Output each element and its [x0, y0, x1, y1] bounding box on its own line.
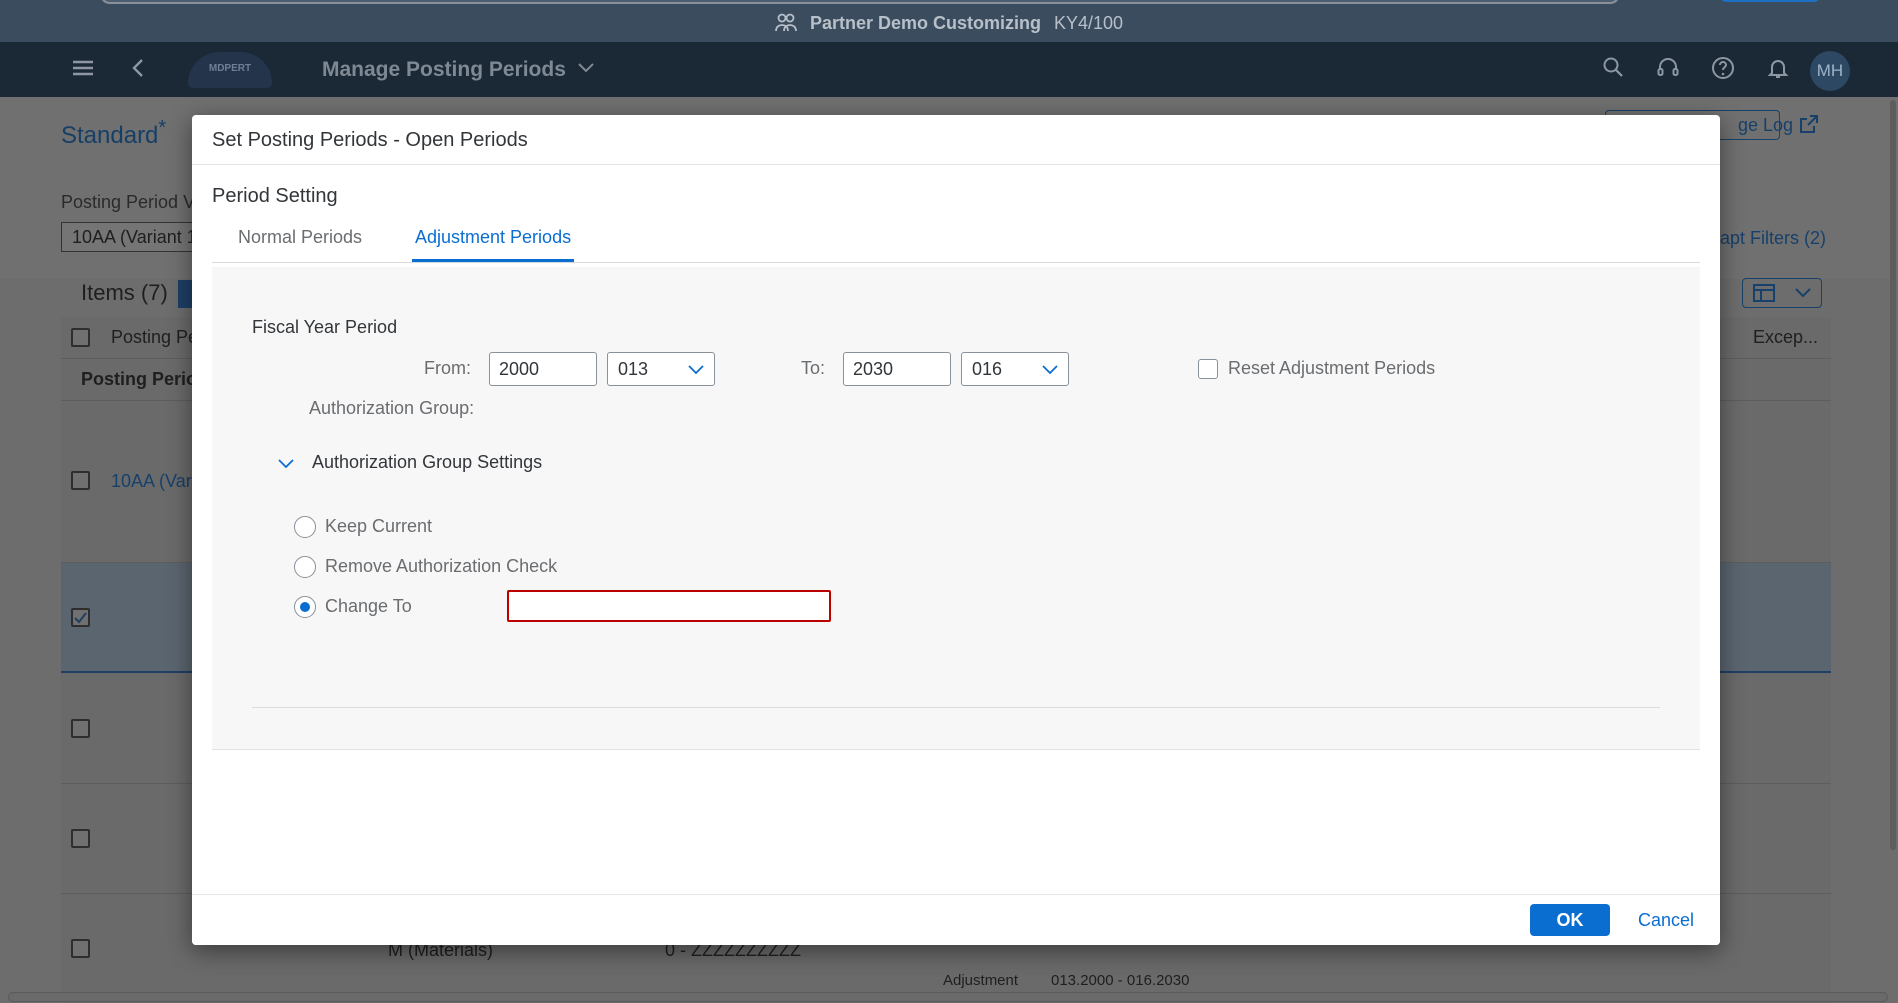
remove-authorization-check-radio[interactable]: [294, 556, 316, 578]
row-checkbox[interactable]: [71, 471, 90, 490]
from-year-input[interactable]: [489, 352, 597, 386]
filter-label: Posting Period Va: [61, 192, 204, 212]
reset-adjustment-periods-checkbox[interactable]: [1198, 359, 1218, 379]
row-checkbox[interactable]: [71, 829, 90, 848]
row-checkbox[interactable]: [71, 719, 90, 738]
authorization-group-settings-toggle[interactable]: Authorization Group Settings: [267, 447, 587, 477]
table-toolbar-button[interactable]: [178, 280, 192, 308]
ok-button[interactable]: OK: [1530, 904, 1610, 936]
tab-bar: Normal Periods Adjustment Periods: [212, 215, 1700, 263]
menu-icon[interactable]: [70, 56, 96, 82]
panel-divider: [252, 707, 1660, 708]
cancel-button[interactable]: Cancel: [1632, 904, 1700, 936]
section-title: Period Setting: [212, 185, 338, 207]
dialog-footer: OK Cancel: [192, 894, 1720, 945]
variant-title-text: Standard: [61, 122, 159, 149]
filter-value-text: 10AA (Variant 1: [72, 227, 197, 247]
column-header-posting-period[interactable]: Posting Pe: [111, 327, 198, 348]
table-settings-button[interactable]: [1742, 278, 1822, 308]
select-all-checkbox[interactable]: [71, 328, 90, 347]
share-icon[interactable]: [1798, 113, 1820, 140]
group-header-label: Posting Perio: [81, 369, 198, 389]
headset-icon[interactable]: [1655, 56, 1681, 82]
dialog-header: Set Posting Periods - Open Periods: [192, 115, 1720, 165]
items-title: Items (7): [81, 280, 168, 305]
bell-icon[interactable]: [1765, 56, 1791, 82]
fiscal-year-period-label: Fiscal Year Period: [252, 317, 398, 337]
tab-normal-periods[interactable]: Normal Periods: [235, 227, 365, 262]
adapt-filters-link[interactable]: apt Filters (2): [1720, 228, 1826, 249]
to-label: To:: [801, 358, 826, 378]
row-checkbox-checked[interactable]: [71, 608, 90, 627]
from-label: From:: [424, 358, 471, 378]
row-checkbox[interactable]: [71, 939, 90, 958]
row-adjustment-value: 013.2000 - 016.2030: [1051, 972, 1190, 989]
keep-current-label[interactable]: Keep Current: [325, 516, 432, 537]
to-period-select[interactable]: 016: [961, 352, 1069, 386]
company-logo: MDPERT: [188, 52, 272, 88]
adjustment-periods-panel: Fiscal Year Period From: 013 To: 016 Res…: [212, 267, 1700, 750]
to-period-value: 016: [972, 359, 1003, 379]
chevron-down-icon: [1795, 286, 1811, 304]
system-bar: Partner Demo Customizing KY4/100: [0, 0, 1898, 42]
chevron-down-icon: [1042, 362, 1058, 376]
authorization-group-settings-label: Authorization Group Settings: [312, 452, 543, 472]
back-icon[interactable]: [126, 56, 152, 82]
system-name: Partner Demo Customizing: [809, 13, 1041, 33]
keep-current-radio[interactable]: [294, 516, 316, 538]
chevron-down-icon: [688, 362, 704, 376]
vertical-scrollbar[interactable]: [1890, 100, 1896, 850]
row-variant-link[interactable]: 10AA (Vari: [111, 471, 196, 492]
from-period-value: 013: [618, 359, 649, 379]
dialog-title: Set Posting Periods - Open Periods: [212, 129, 528, 151]
chevron-down-icon: [578, 56, 594, 80]
browser-address-bar: [100, 0, 1620, 4]
filter-value-field[interactable]: 10AA (Variant 1: [61, 222, 201, 252]
system-title: Partner Demo Customizing KY4/100: [0, 12, 1898, 37]
authorization-group-label: Authorization Group:: [309, 398, 475, 418]
horizontal-scrollbar[interactable]: [8, 992, 1888, 1002]
system-id: KY4/100: [1054, 13, 1124, 33]
change-to-input[interactable]: [507, 590, 831, 622]
row-adjustment-label: Adjustment: [943, 972, 1019, 989]
chevron-down-icon: [277, 457, 295, 475]
to-year-input[interactable]: [843, 352, 951, 386]
change-to-label[interactable]: Change To: [325, 596, 412, 617]
change-to-radio[interactable]: [294, 596, 316, 618]
variant-title[interactable]: Standard*: [61, 117, 166, 150]
from-period-select[interactable]: 013: [607, 352, 715, 386]
column-header-exceptions[interactable]: Excep...: [1753, 327, 1818, 348]
change-log-label: ge Log: [1738, 115, 1794, 135]
tab-adjustment-periods[interactable]: Adjustment Periods: [412, 227, 575, 262]
reset-adjustment-periods-label[interactable]: Reset Adjustment Periods: [1228, 358, 1435, 379]
set-posting-periods-dialog: Set Posting Periods - Open Periods Perio…: [192, 115, 1720, 945]
browser-action-tab: [1720, 0, 1820, 2]
table-settings-icon: [1753, 284, 1775, 307]
app-title[interactable]: Manage Posting Periods: [322, 56, 594, 82]
shell-bar: MDPERT Manage Posting Periods MH: [0, 42, 1898, 97]
help-icon[interactable]: [1710, 56, 1736, 82]
app-title-text: Manage Posting Periods: [322, 58, 566, 81]
variant-dirty-marker: *: [158, 117, 167, 139]
user-avatar[interactable]: MH: [1810, 51, 1850, 91]
remove-authorization-check-label[interactable]: Remove Authorization Check: [325, 556, 557, 577]
search-icon[interactable]: [1600, 56, 1626, 82]
people-icon: [775, 12, 797, 37]
